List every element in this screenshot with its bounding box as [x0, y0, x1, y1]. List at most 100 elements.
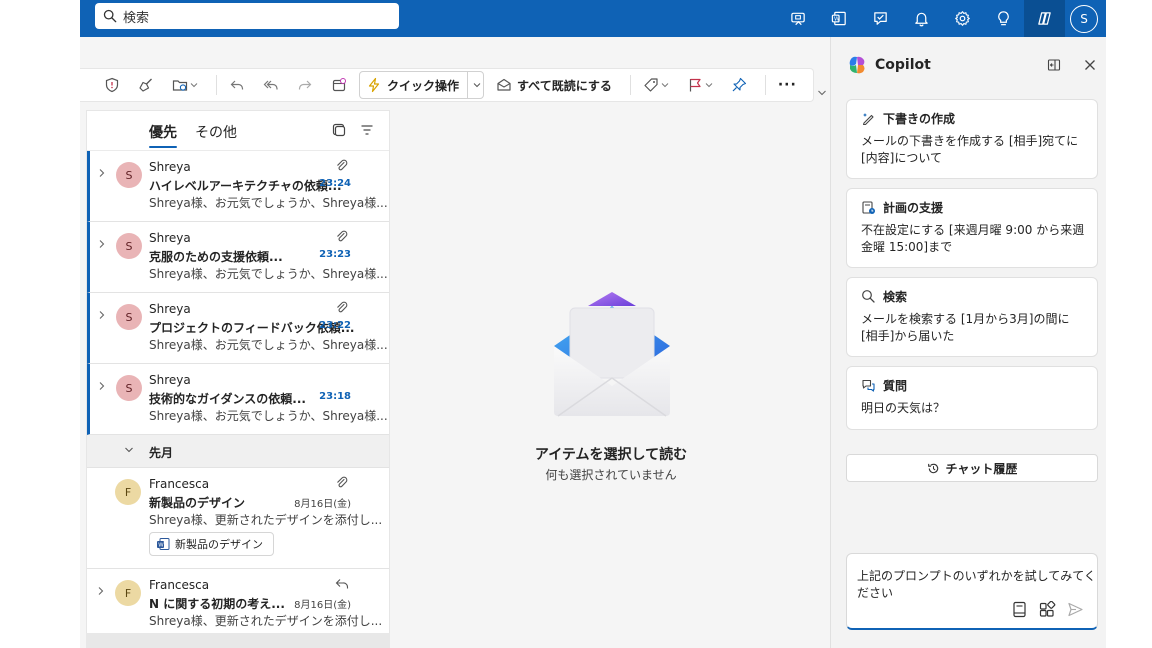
search-placeholder: 検索 — [123, 10, 150, 26]
whats-new-button[interactable] — [860, 0, 901, 37]
notebook-icon[interactable] — [1011, 601, 1028, 618]
message-row[interactable]: F Francesca 新製品のデザイン 8月16日(金) Shreya様、更新… — [87, 468, 389, 569]
message-time: 23:24 — [319, 178, 351, 189]
sweep-button[interactable] — [132, 72, 160, 98]
send-icon[interactable] — [1067, 601, 1084, 618]
search-box[interactable]: 検索 — [95, 3, 399, 29]
chevron-down-icon[interactable] — [124, 446, 134, 454]
envelope-open-icon — [497, 78, 511, 91]
sender-avatar: S — [116, 233, 142, 259]
more-options-label: ··· — [777, 77, 797, 93]
notifications-button[interactable] — [901, 0, 942, 37]
tab-focused[interactable]: 優先 — [149, 122, 177, 148]
empty-envelope-illustration — [554, 292, 670, 417]
message-list: 優先 その他 S Shreya ハイレベルアーキテクチャの依頼... 23:24… — [86, 110, 390, 648]
message-preview: Shreya様、更新されたデザインを添付し... — [149, 513, 383, 527]
apps-grid-icon[interactable] — [1039, 601, 1056, 618]
prompt-placeholder: 上記のプロンプトのいずれかを試してみてください — [857, 569, 1096, 600]
reply-icon — [230, 80, 244, 90]
message-subject: 新製品のデザイン — [149, 496, 246, 510]
forward-button[interactable] — [291, 72, 319, 98]
sender-name: Francesca — [149, 578, 210, 592]
categorize-button[interactable] — [637, 72, 675, 98]
message-subject: ハイレベルアーキテクチャの依頼... — [149, 179, 342, 193]
reply-button[interactable] — [223, 72, 251, 98]
teams-button[interactable]: W — [819, 0, 860, 37]
sender-name: Shreya — [149, 231, 191, 245]
chat-history-button[interactable]: チャット履歴 — [846, 454, 1098, 482]
empty-state-subtitle: 何も選択されていません — [545, 468, 677, 482]
prompt-card-plan[interactable]: 計画の支援 不在設定にする [来週月曜 9:00 から来週金曜 15:00]まで — [846, 188, 1098, 268]
prompt-card-ask[interactable]: 質問 明日の天気は？ — [846, 366, 1098, 430]
sender-avatar: F — [115, 580, 141, 606]
tab-other[interactable]: その他 — [195, 122, 237, 142]
gear-icon — [955, 11, 970, 26]
prompt-card-draft[interactable]: 下書きの作成 メールの下書きを作成する [相手]宛てに[内容]について — [846, 99, 1098, 179]
copilot-prompt-input[interactable]: 上記のプロンプトのいずれかを試してみてください — [846, 553, 1098, 630]
message-row[interactable]: S Shreya 克服のための支援依頼... 23:23 Shreya様、お元気… — [87, 222, 389, 293]
card-header: 計画の支援 — [861, 199, 1097, 216]
search-icon — [103, 9, 117, 23]
chevron-right-icon[interactable] — [98, 381, 106, 391]
copilot-title: Copilot — [875, 57, 931, 73]
meet-now-button[interactable] — [778, 0, 819, 37]
prompt-card-search[interactable]: 検索 メールを検索する [1月から3月]の間に[相手]から届いた — [846, 277, 1098, 357]
word-file-icon: W — [157, 538, 170, 550]
pop-out-icon[interactable] — [1047, 58, 1061, 72]
archive-button[interactable] — [325, 72, 353, 98]
settings-button[interactable] — [942, 0, 983, 37]
whats-new-icon — [874, 12, 887, 25]
card-title: 計画の支援 — [883, 201, 944, 215]
sender-avatar: S — [116, 304, 142, 330]
copilot-button[interactable] — [1024, 0, 1065, 37]
paperclip-icon — [337, 230, 348, 242]
reply-all-button[interactable] — [257, 72, 285, 98]
account-avatar[interactable]: S — [1070, 4, 1098, 33]
more-options-button[interactable]: ··· — [772, 72, 803, 98]
outlook-app: 検索 W S クイック操作 すべて既読にする ··· 優先 その他 S Shre… — [80, 0, 1106, 648]
tag-icon — [644, 78, 658, 92]
sender-avatar: F — [115, 479, 141, 505]
message-row[interactable]: S Shreya ハイレベルアーキテクチャの依頼... 23:24 Shreya… — [87, 151, 389, 222]
chevron-right-icon[interactable] — [98, 168, 106, 178]
tips-button[interactable] — [983, 0, 1024, 37]
lightning-icon — [368, 77, 380, 93]
report-button[interactable] — [98, 72, 126, 98]
copilot-pane: Copilot 下書きの作成 メールの下書きを作成する [相手]宛てに[内容]に… — [830, 37, 1106, 648]
pin-icon — [732, 77, 746, 92]
paperclip-icon — [337, 301, 348, 313]
message-preview: Shreya様、お元気でしょうか、Shreya様... — [149, 196, 388, 210]
meet-now-icon — [791, 12, 805, 26]
filter-icon[interactable] — [360, 123, 374, 137]
close-icon[interactable] — [1083, 58, 1097, 72]
message-row[interactable]: F Francesca N に関する初期の考え... 8月16日(金) Shre… — [87, 569, 389, 640]
replied-icon — [335, 579, 349, 589]
chevron-right-icon[interactable] — [98, 239, 106, 249]
section-header-last-month[interactable]: 先月 — [87, 435, 389, 468]
card-title: 質問 — [883, 379, 908, 393]
chevron-right-icon[interactable] — [98, 310, 106, 320]
flag-button[interactable] — [681, 72, 719, 98]
lightbulb-icon — [998, 11, 1009, 26]
pin-button[interactable] — [725, 72, 753, 98]
chevron-down-icon — [705, 83, 713, 88]
bell-icon — [915, 12, 928, 27]
calendar-add-icon — [332, 78, 346, 92]
card-title: 下書きの作成 — [883, 112, 956, 126]
message-preview: Shreya様、お元気でしょうか、Shreya様... — [149, 267, 388, 281]
quick-actions-button[interactable]: クイック操作 — [359, 71, 485, 99]
select-all-icon[interactable] — [332, 123, 346, 137]
mark-all-read-button[interactable]: すべて既読にする — [490, 72, 618, 98]
message-time: 23:18 — [319, 391, 351, 402]
message-subject: N に関する初期の考え... — [149, 597, 285, 611]
paperclip-icon — [337, 476, 348, 488]
quick-actions-dropdown[interactable] — [467, 72, 483, 98]
message-row[interactable]: S Shreya プロジェクトのフィードバック依頼... 23:22 Shrey… — [87, 293, 389, 364]
move-to-button[interactable] — [166, 72, 204, 98]
horizontal-scrollbar[interactable] — [86, 633, 390, 648]
ribbon-expand-icon[interactable] — [817, 88, 827, 98]
message-row[interactable]: S Shreya 技術的なガイダンスの依頼... 23:18 Shreya様、お… — [87, 364, 389, 435]
message-time: 23:23 — [319, 249, 351, 260]
chevron-right-icon[interactable] — [97, 586, 105, 596]
attachment-chip[interactable]: W 新製品のデザイン — [149, 532, 274, 556]
